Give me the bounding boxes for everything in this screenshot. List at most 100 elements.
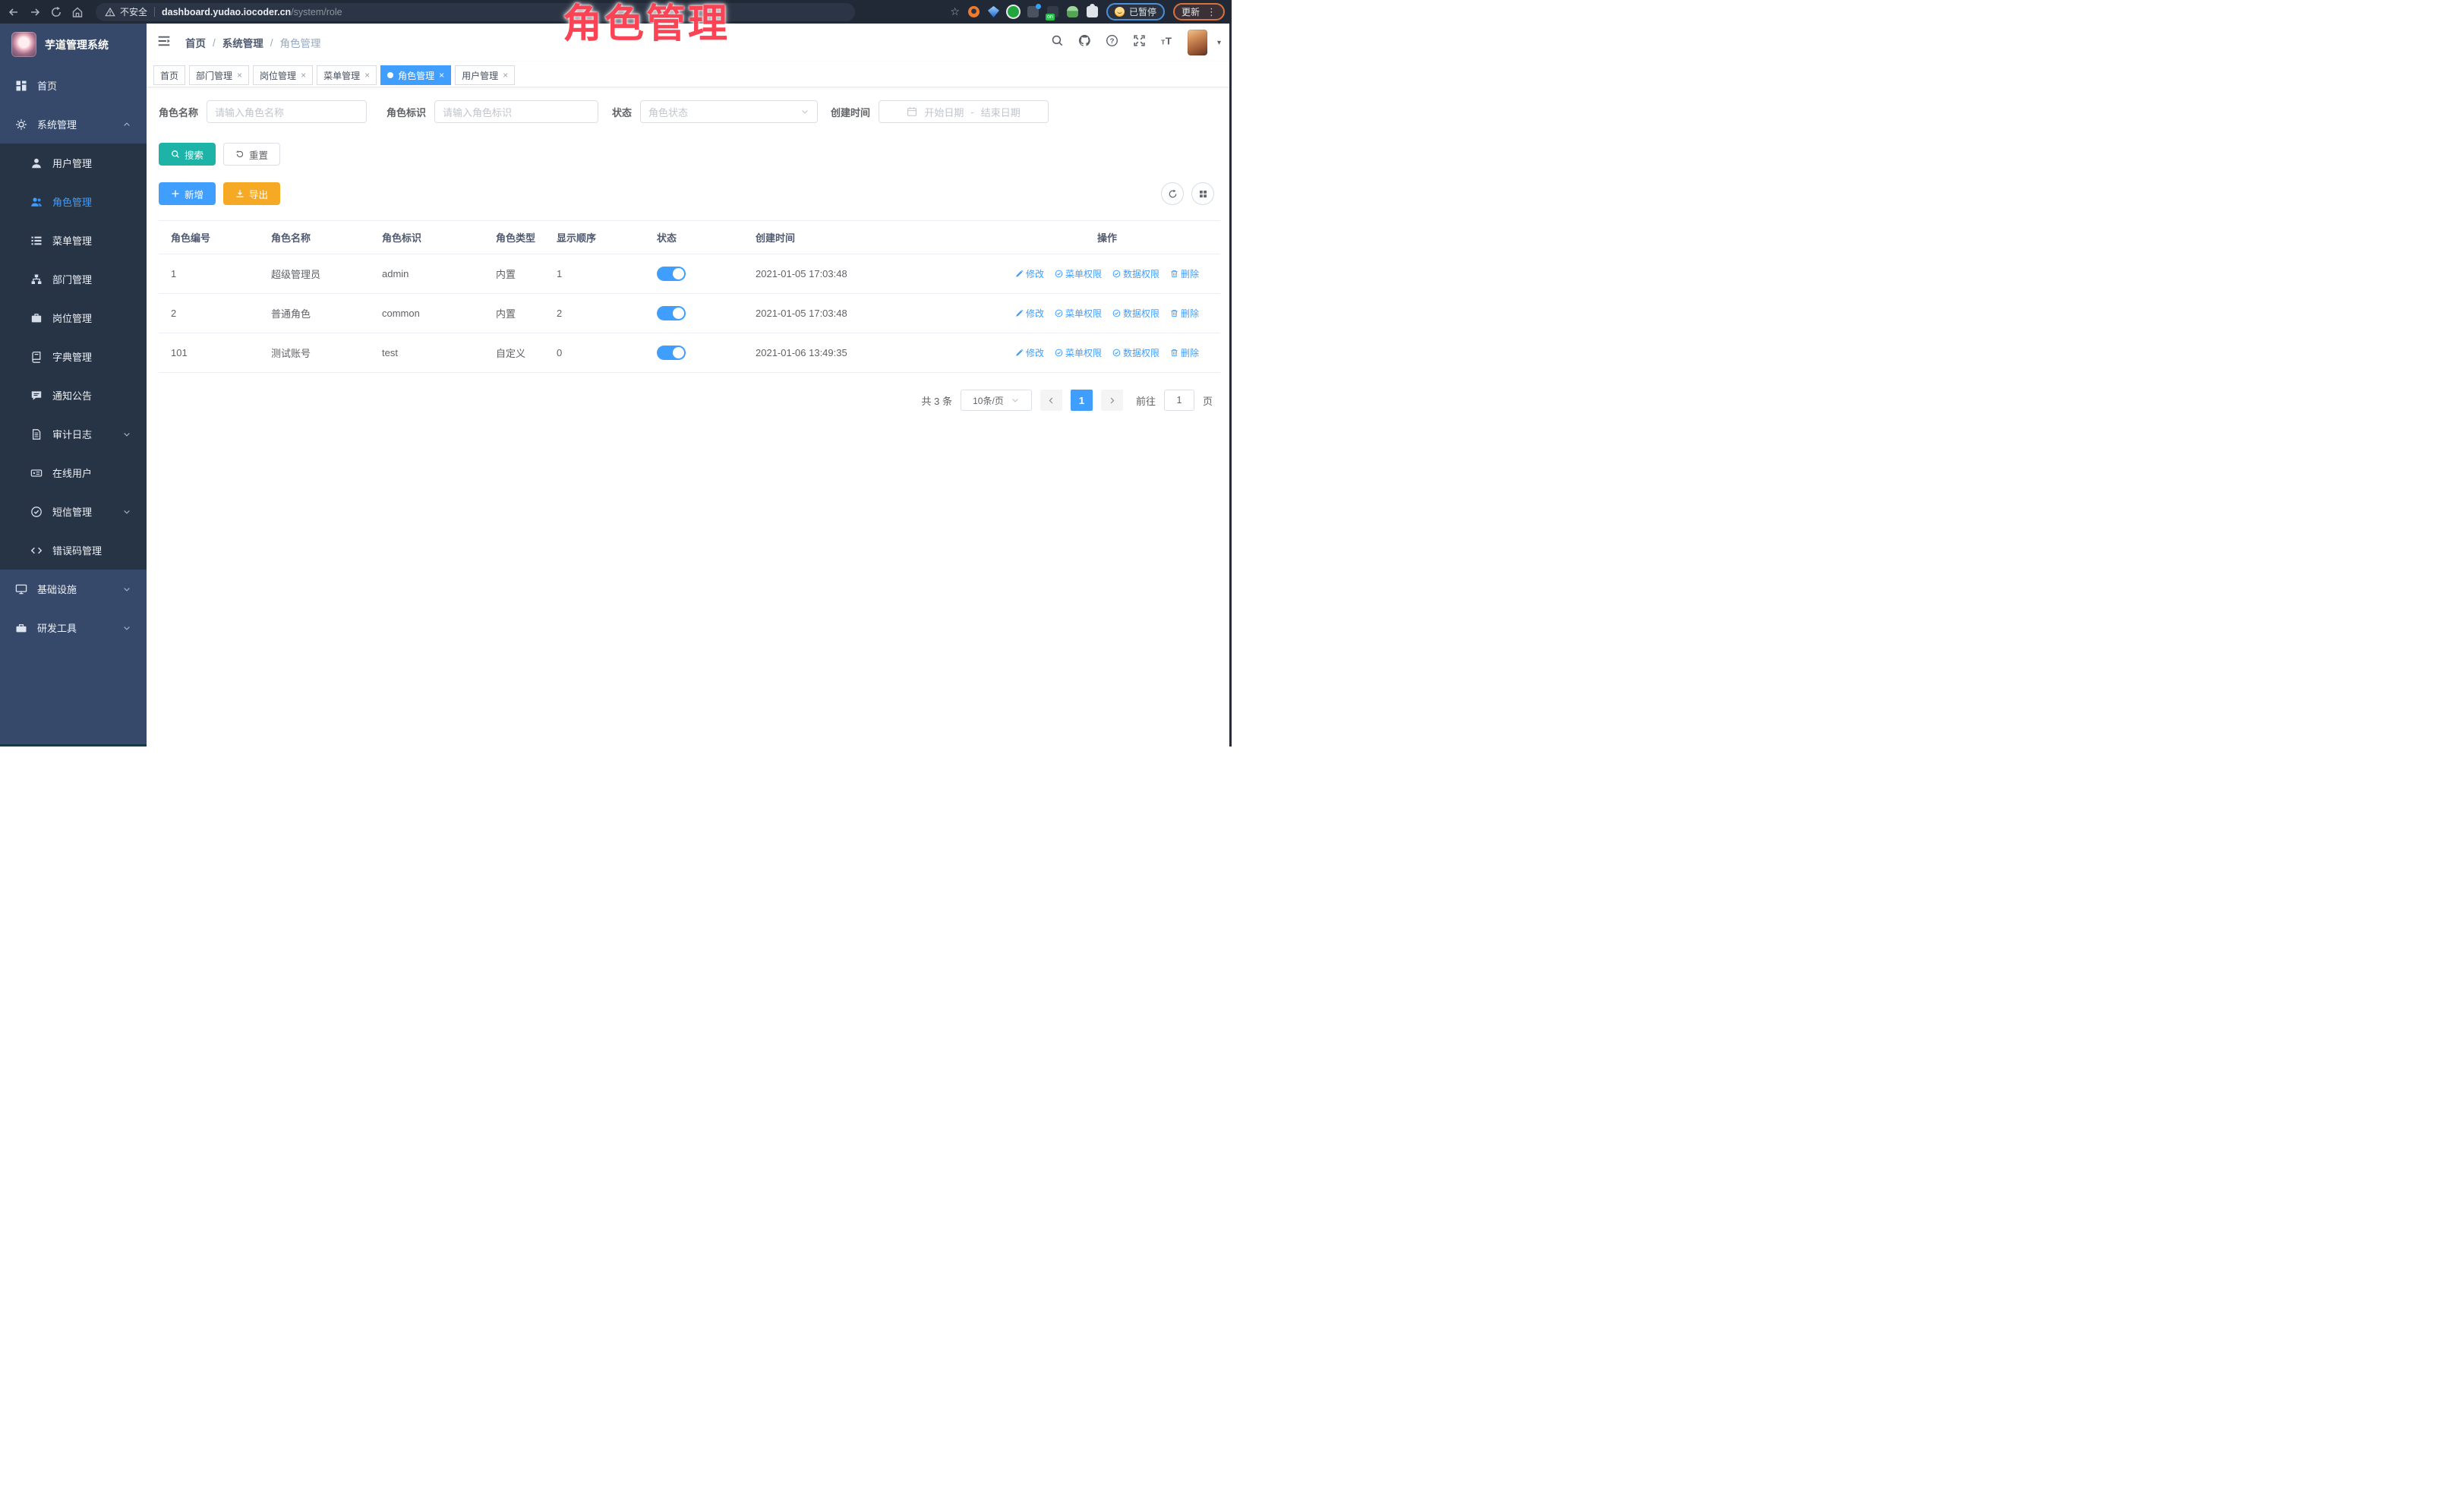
cell-type: 自定义 (484, 333, 544, 373)
date-range-picker[interactable]: 开始日期 - 结束日期 (879, 100, 1049, 123)
close-tab-icon[interactable]: × (439, 71, 444, 80)
prev-page-button[interactable] (1040, 390, 1062, 411)
tab-首页[interactable]: 首页 (153, 65, 185, 85)
sidebar-item-gear[interactable]: 系统管理 (0, 105, 147, 144)
fullscreen-icon[interactable] (1133, 34, 1146, 51)
search-icon[interactable] (1051, 34, 1064, 51)
close-tab-icon[interactable]: × (237, 71, 242, 80)
add-button[interactable]: 新增 (159, 182, 216, 205)
megaphone-icon (30, 390, 43, 402)
reset-button[interactable]: 重置 (223, 143, 280, 166)
action-删除[interactable]: 删除 (1170, 267, 1199, 280)
goto-page-input[interactable]: 1 (1164, 390, 1194, 411)
action-数据权限[interactable]: 数据权限 (1112, 267, 1159, 280)
sidebar-toggle-icon[interactable] (156, 33, 172, 53)
page-size-select[interactable]: 10条/页 (961, 390, 1032, 411)
check-circle-icon (1112, 349, 1121, 357)
action-修改[interactable]: 修改 (1015, 346, 1044, 359)
status-switch[interactable] (657, 267, 686, 281)
github-icon[interactable] (1078, 34, 1091, 51)
puzzle-ext-icon[interactable] (1087, 6, 1098, 17)
reload-icon[interactable] (50, 6, 62, 18)
sidebar-item-tree[interactable]: 部门管理 (0, 260, 147, 298)
update-button[interactable]: 更新 ⋮ (1173, 3, 1225, 21)
sidebar-item-code[interactable]: 错误码管理 (0, 531, 147, 570)
sidebar-item-monitor[interactable]: 基础设施 (0, 570, 147, 608)
action-数据权限[interactable]: 数据权限 (1112, 307, 1159, 320)
sidebar-item-idcard[interactable]: 在线用户 (0, 453, 147, 492)
idcard-icon (30, 467, 43, 479)
sms-icon (30, 506, 43, 518)
help-icon[interactable]: ? (1106, 34, 1118, 51)
forward-icon[interactable] (29, 6, 41, 18)
breadcrumb-home[interactable]: 首页 (185, 35, 206, 50)
role-key-input[interactable]: 请输入角色标识 (434, 100, 598, 123)
user-avatar[interactable] (1188, 30, 1207, 55)
home-icon[interactable] (71, 6, 84, 18)
window-right-edge (1229, 24, 1232, 746)
close-tab-icon[interactable]: × (301, 71, 306, 80)
tab-岗位管理[interactable]: 岗位管理× (253, 65, 313, 85)
cell-sort: 0 (544, 333, 645, 373)
chevron-down-icon (122, 507, 131, 516)
sidebar-item-book[interactable]: 字典管理 (0, 337, 147, 376)
action-删除[interactable]: 删除 (1170, 346, 1199, 359)
grid-blue-dot-ext-icon[interactable] (1027, 6, 1039, 17)
user-icon (30, 157, 43, 169)
role-name-input[interactable]: 请输入角色名称 (207, 100, 367, 123)
refresh-button[interactable] (1161, 182, 1184, 205)
sidebar-item-list[interactable]: 菜单管理 (0, 221, 147, 260)
action-菜单权限[interactable]: 菜单权限 (1055, 307, 1102, 320)
action-菜单权限[interactable]: 菜单权限 (1055, 346, 1102, 359)
action-修改[interactable]: 修改 (1015, 267, 1044, 280)
log-icon (30, 428, 43, 440)
tab-菜单管理[interactable]: 菜单管理× (317, 65, 377, 85)
status-select[interactable]: 角色状态 (640, 100, 818, 123)
sidebar-item-toolbox[interactable]: 研发工具 (0, 608, 147, 647)
sidebar-item-badge[interactable]: 岗位管理 (0, 298, 147, 337)
close-tab-icon[interactable]: × (364, 71, 370, 80)
font-size-icon[interactable]: TT (1160, 34, 1173, 51)
close-tab-icon[interactable]: × (503, 71, 508, 80)
tab-部门管理[interactable]: 部门管理× (189, 65, 249, 85)
sidebar-item-dashboard[interactable]: 首页 (0, 66, 147, 105)
action-修改[interactable]: 修改 (1015, 307, 1044, 320)
goto-label: 前往 (1136, 393, 1156, 408)
tab-角色管理[interactable]: 角色管理× (380, 65, 451, 85)
tab-用户管理[interactable]: 用户管理× (455, 65, 515, 85)
sidebar-item-megaphone[interactable]: 通知公告 (0, 376, 147, 415)
action-删除[interactable]: 删除 (1170, 307, 1199, 320)
export-button[interactable]: 导出 (223, 182, 280, 205)
green-circle-ext-icon[interactable] (1008, 6, 1019, 17)
url-bar[interactable]: 不安全 dashboard.yudao.iocoder.cn /system/r… (96, 3, 855, 21)
sidebar-item-log[interactable]: 审计日志 (0, 415, 147, 453)
page-1-button[interactable]: 1 (1071, 390, 1093, 411)
bookmark-star-icon[interactable]: ☆ (950, 5, 960, 18)
sidebar-item-users[interactable]: 角色管理 (0, 182, 147, 221)
monitor-icon (15, 583, 27, 595)
active-tab-dot (387, 72, 393, 78)
chrome-menu-icon[interactable]: ⋮ (1207, 6, 1216, 18)
status-switch[interactable] (657, 306, 686, 320)
svg-text:?: ? (1110, 37, 1115, 46)
sidebar-item-user[interactable]: 用户管理 (0, 144, 147, 182)
blue-gem-ext-icon[interactable] (988, 6, 999, 17)
back-icon[interactable] (8, 6, 20, 18)
search-button[interactable]: 搜索 (159, 143, 216, 166)
dark-on-badge-ext-icon[interactable] (1047, 6, 1058, 17)
breadcrumb-system[interactable]: 系统管理 (222, 35, 263, 50)
status-switch[interactable] (657, 346, 686, 360)
column-settings-button[interactable] (1191, 182, 1214, 205)
green-person-ext-icon[interactable] (1067, 6, 1078, 17)
orange-circle-ext-icon[interactable] (968, 6, 980, 17)
user-menu-caret-icon[interactable]: ▾ (1217, 39, 1221, 47)
cell-id: 1 (159, 254, 259, 294)
action-数据权限[interactable]: 数据权限 (1112, 346, 1159, 359)
action-菜单权限[interactable]: 菜单权限 (1055, 267, 1102, 280)
sidebar-item-sms[interactable]: 短信管理 (0, 492, 147, 531)
app-logo[interactable]: 芋道管理系统 (0, 24, 147, 63)
next-page-button[interactable] (1101, 390, 1123, 411)
main-area: 首页 / 系统管理 / 角色管理 ? TT ▾ 首页部门管理×岗位管理×菜单管理… (147, 24, 1232, 746)
profile-paused-pill[interactable]: 已暂停 (1106, 3, 1165, 21)
status-label: 状态 (612, 105, 632, 119)
